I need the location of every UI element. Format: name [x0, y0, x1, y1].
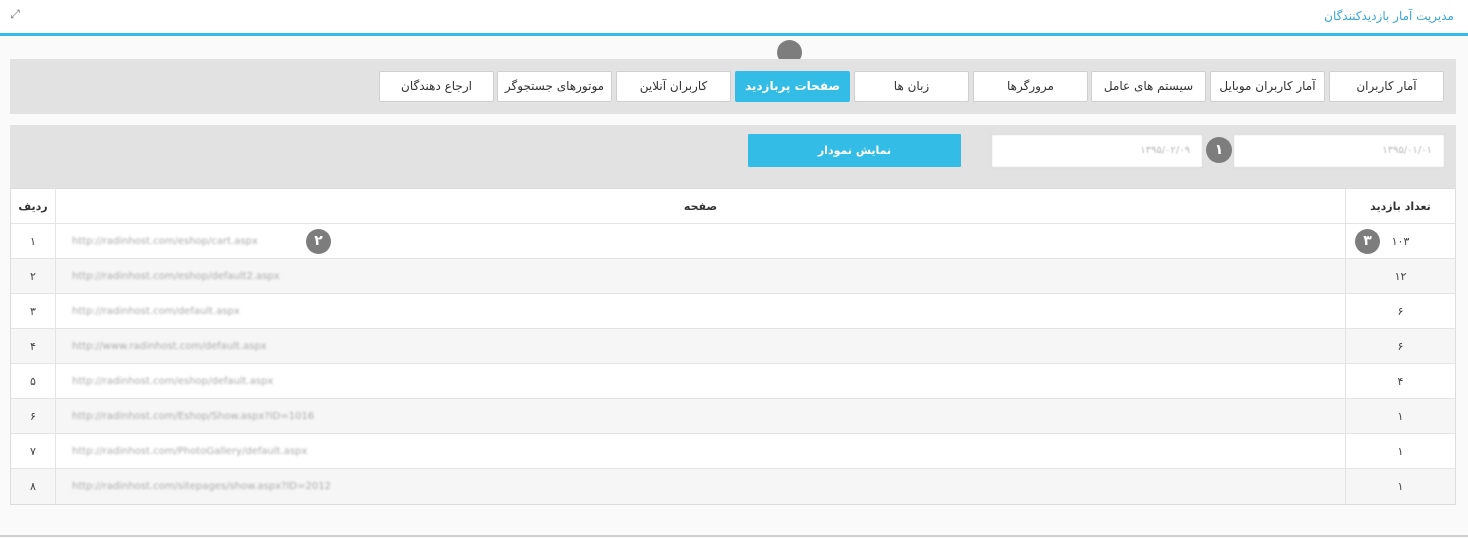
tab-search-engines[interactable]: موتورهای جستجوگر	[497, 71, 612, 102]
table-row: ۶ http://radinhost.com/default.aspx ۳	[11, 294, 1455, 329]
page-cell: http://www.radinhost.com/default.aspx	[55, 329, 1345, 363]
callout-marker-3: ۳	[1355, 229, 1380, 254]
page-header: ⤢ مدیریت آمار بازدیدکنندگان	[0, 0, 1468, 36]
tab-browsers[interactable]: مرورگرها	[973, 71, 1088, 102]
row-number-cell: ۶	[30, 410, 36, 423]
page-cell: http://radinhost.com/eshop/default.aspx	[55, 364, 1345, 398]
table-row: ۱ http://radinhost.com/Eshop/Show.aspx?I…	[11, 399, 1455, 434]
popular-pages-table: تعداد بازدید صفحه ردیف ۱۰۳ http://radinh…	[10, 188, 1456, 505]
tab-popular-pages[interactable]: صفحات پربازدید	[735, 71, 850, 102]
column-header-page: صفحه	[55, 189, 1345, 223]
page-cell: http://radinhost.com/Eshop/Show.aspx?ID=…	[55, 399, 1345, 433]
column-header-row: ردیف	[18, 200, 48, 213]
table-row: ۱ http://radinhost.com/PhotoGallery/defa…	[11, 434, 1455, 469]
table-header-row: تعداد بازدید صفحه ردیف	[11, 189, 1455, 224]
page-url[interactable]: http://www.radinhost.com/default.aspx	[72, 329, 267, 364]
row-number-cell: ۴	[30, 340, 36, 353]
page-url[interactable]: http://radinhost.com/default.aspx	[72, 294, 240, 329]
page-url[interactable]: http://radinhost.com/sitepages/show.aspx…	[72, 469, 331, 504]
page-cell: http://radinhost.com/eshop/cart.aspx	[55, 224, 1345, 258]
visits-cell: ۶	[1345, 294, 1455, 328]
callout-marker-2: ۲	[306, 229, 331, 254]
report-tabs: آمار کاربران آمار کاربران موبایل سیستم ه…	[10, 59, 1456, 114]
bottom-divider	[0, 535, 1468, 537]
row-number-cell: ۵	[30, 375, 36, 388]
visits-cell: ۱۲	[1345, 259, 1455, 293]
row-number-cell: ۱	[30, 235, 36, 248]
column-header-visits: تعداد بازدید	[1345, 189, 1455, 223]
from-date-field[interactable]: ۱۳۹۵/۰۱/۰۱	[1233, 134, 1445, 168]
page-cell: http://radinhost.com/PhotoGallery/defaul…	[55, 434, 1345, 468]
callout-marker-1: ۱	[1206, 137, 1232, 163]
to-date-field[interactable]: ۱۳۹۵/۰۲/۰۹	[991, 134, 1203, 168]
visits-cell: ۱	[1345, 399, 1455, 433]
tab-online-users[interactable]: کاربران آنلاین	[616, 71, 731, 102]
show-chart-button[interactable]: نمایش نمودار	[748, 134, 961, 167]
row-number-cell: ۳	[30, 305, 36, 318]
page-url[interactable]: http://radinhost.com/eshop/cart.aspx	[72, 224, 258, 259]
page-cell: http://radinhost.com/sitepages/show.aspx…	[55, 469, 1345, 504]
table-row: ۱۲ http://radinhost.com/eshop/default2.a…	[11, 259, 1455, 294]
visits-cell: ۶	[1345, 329, 1455, 363]
page-url[interactable]: http://radinhost.com/PhotoGallery/defaul…	[72, 434, 307, 469]
row-number-cell: ۷	[30, 445, 36, 458]
tab-languages[interactable]: زبان ها	[854, 71, 969, 102]
page-title: مدیریت آمار بازدیدکنندگان	[1324, 9, 1454, 23]
tab-mobile-user-stats[interactable]: آمار کاربران موبایل	[1210, 71, 1325, 102]
date-filter-bar: ۱۳۹۵/۰۱/۰۱ ۱۳۹۵/۰۲/۰۹ نمایش نمودار	[10, 125, 1456, 188]
page-url[interactable]: http://radinhost.com/eshop/default.aspx	[72, 364, 273, 399]
page-cell: http://radinhost.com/eshop/default2.aspx	[55, 259, 1345, 293]
table-row: ۱۰۳ http://radinhost.com/eshop/cart.aspx…	[11, 224, 1455, 259]
row-number-cell: ۸	[30, 480, 36, 493]
page-url[interactable]: http://radinhost.com/eshop/default2.aspx	[72, 259, 280, 294]
visits-cell: ۱	[1345, 469, 1455, 504]
page-url[interactable]: http://radinhost.com/Eshop/Show.aspx?ID=…	[72, 399, 314, 434]
table-row: ۴ http://radinhost.com/eshop/default.asp…	[11, 364, 1455, 399]
visits-cell: ۱	[1345, 434, 1455, 468]
visits-cell: ۴	[1345, 364, 1455, 398]
page-cell: http://radinhost.com/default.aspx	[55, 294, 1345, 328]
row-number-cell: ۲	[30, 270, 36, 283]
tab-operating-systems[interactable]: سیستم های عامل	[1091, 71, 1206, 102]
expand-icon[interactable]: ⤢	[8, 7, 22, 21]
table-row: ۱ http://radinhost.com/sitepages/show.as…	[11, 469, 1455, 504]
tab-user-stats[interactable]: آمار کاربران	[1329, 71, 1444, 102]
table-row: ۶ http://www.radinhost.com/default.aspx …	[11, 329, 1455, 364]
tab-referrers[interactable]: ارجاع دهندگان	[379, 71, 494, 102]
